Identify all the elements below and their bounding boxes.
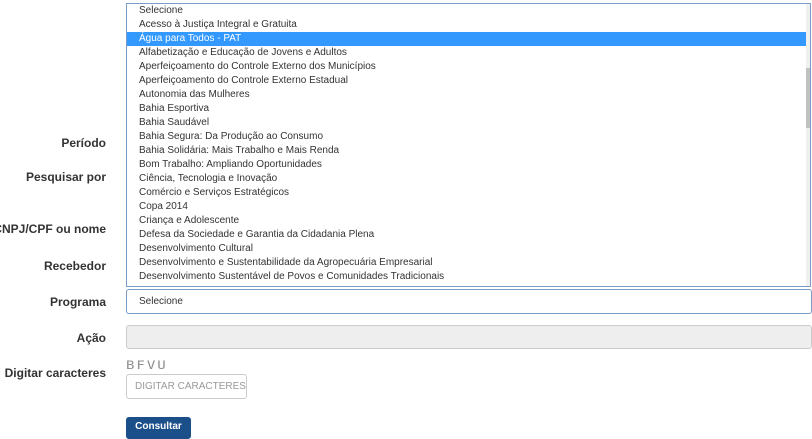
dropdown-option[interactable]: Bahia Segura: Da Produção ao Consumo: [127, 130, 810, 144]
dropdown-options: Selecione Acesso à Justiça Integral e Gra…: [127, 4, 810, 284]
dropdown-option[interactable]: Aperfeiçoamento do Controle Externo Esta…: [127, 74, 810, 88]
dropdown-option[interactable]: Bahia Solidária: Mais Trabalho e Mais Re…: [127, 144, 810, 158]
dropdown-option[interactable]: Bom Trabalho: Ampliando Oportunidades: [127, 158, 810, 172]
dropdown-option[interactable]: Defesa da Sociedade e Garantia da Cidada…: [127, 228, 810, 242]
dropdown-option[interactable]: Comércio e Serviços Estratégicos: [127, 186, 810, 200]
periodo-label: Período: [61, 136, 106, 150]
dropdown-option[interactable]: Desenvolvimento e Sustentabilidade da Ag…: [127, 256, 810, 270]
programa-select[interactable]: Selecione: [126, 289, 812, 314]
pesquisar-por-label: Pesquisar por: [25, 170, 106, 184]
dropdown-option[interactable]: Autonomia das Mulheres: [127, 88, 810, 102]
programa-dropdown-list[interactable]: Selecione Acesso à Justiça Integral e Gra…: [126, 3, 811, 287]
recebedor-label: Recebedor: [43, 259, 106, 273]
digitar-caracteres-label: Digitar caracteres: [4, 366, 106, 380]
dropdown-option[interactable]: Selecione: [127, 4, 810, 18]
captcha-input[interactable]: DIGITAR CARACTERES: [126, 374, 247, 399]
dropdown-option[interactable]: Bahia Saudável: [127, 116, 810, 130]
acao-label: Ação: [76, 331, 106, 345]
dropdown-option[interactable]: Criança e Adolescente: [127, 214, 810, 228]
captcha-image: BFVU: [126, 359, 168, 372]
programa-label: Programa: [49, 295, 106, 309]
cnpj-cpf-label: CNPJ/CPF ou nome: [0, 222, 106, 236]
dropdown-option[interactable]: Ciência, Tecnologia e Inovação: [127, 172, 810, 186]
dropdown-option[interactable]: Alfabetização e Educação de Jovens e Adu…: [127, 46, 810, 60]
dropdown-option[interactable]: Desenvolvimento Cultural: [127, 242, 810, 256]
dropdown-scrollbar[interactable]: [806, 4, 810, 286]
dropdown-option[interactable]: Bahia Esportiva: [127, 102, 810, 116]
acao-select[interactable]: [126, 325, 812, 349]
dropdown-option[interactable]: Acesso à Justiça Integral e Gratuita: [127, 18, 810, 32]
dropdown-option[interactable]: Copa 2014: [127, 200, 810, 214]
consultar-button[interactable]: Consultar: [126, 417, 191, 439]
scrollbar-thumb[interactable]: [806, 68, 810, 128]
dropdown-option[interactable]: Aperfeiçoamento do Controle Externo dos …: [127, 60, 810, 74]
dropdown-option[interactable]: Água para Todos - PAT: [127, 32, 810, 46]
dropdown-option[interactable]: Desenvolvimento Sustentável de Povos e C…: [127, 270, 810, 284]
